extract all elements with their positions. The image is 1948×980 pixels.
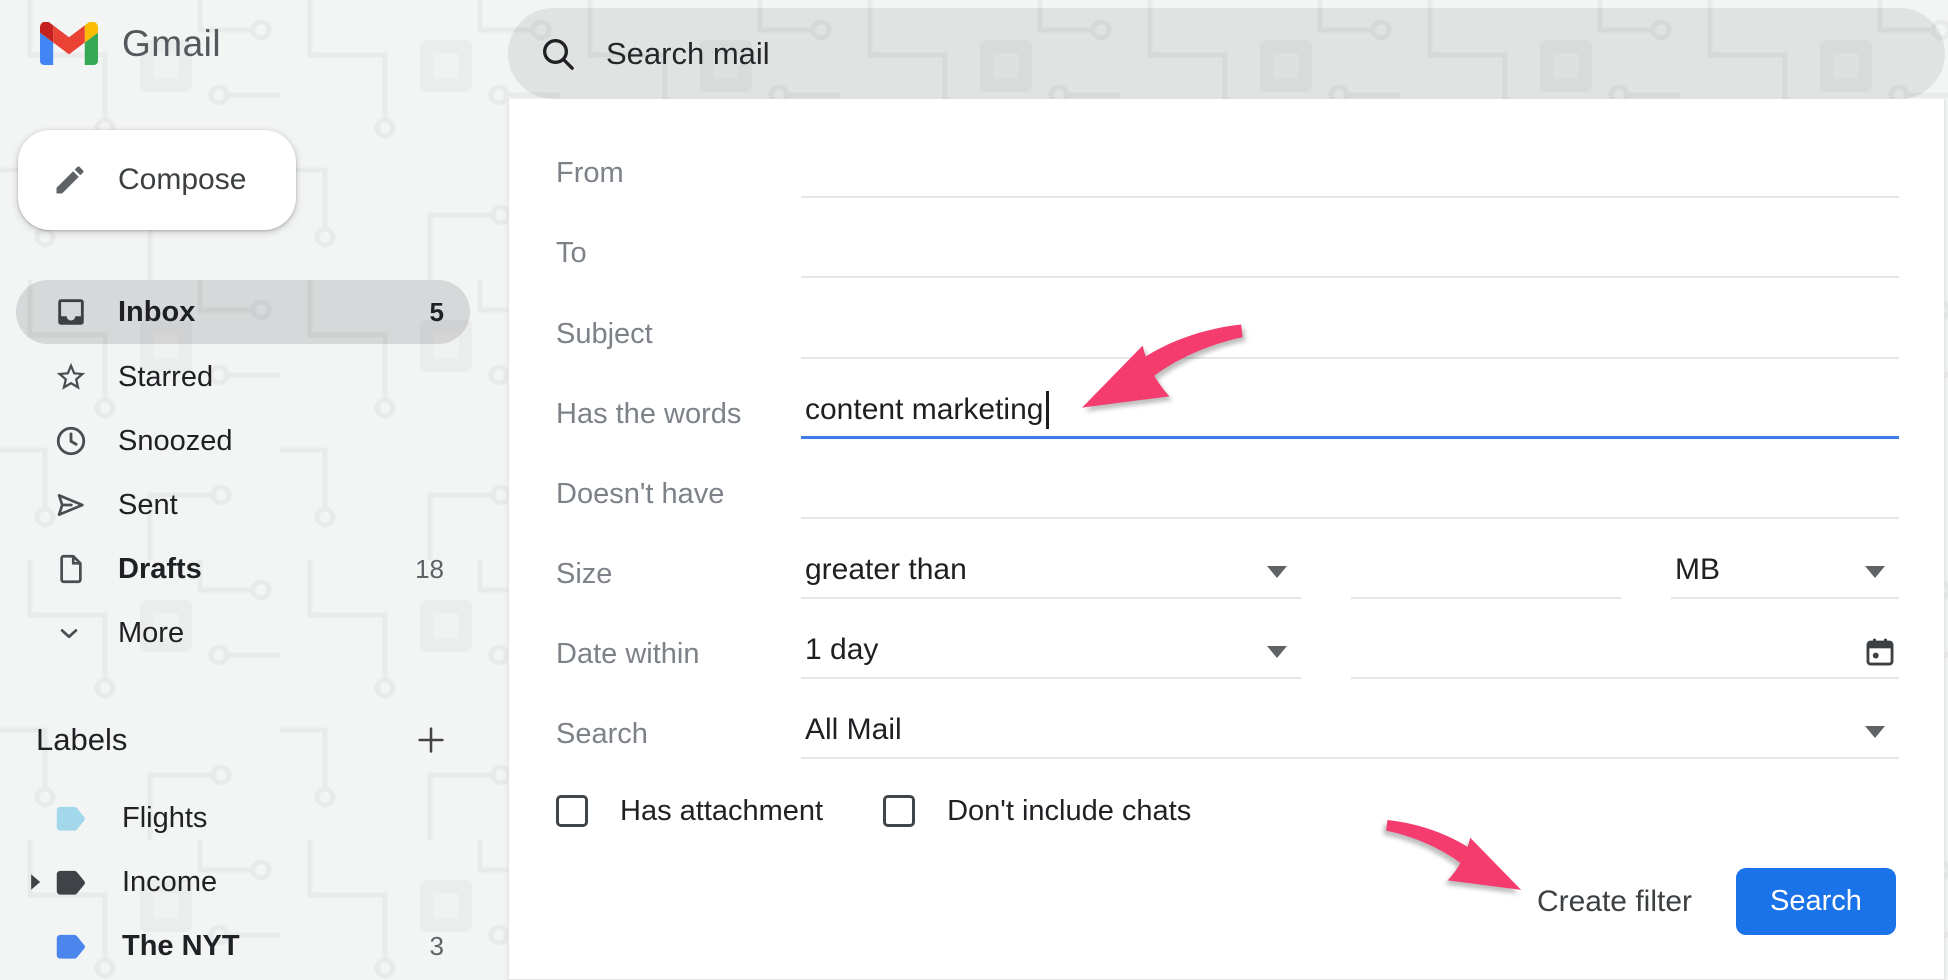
size-unit-select[interactable]: MB: [1671, 545, 1899, 599]
date-within-label: Date within: [556, 638, 801, 679]
sidebar: Gmail Compose Inbox 5 Starred Snoozed: [0, 0, 505, 980]
sidebar-label-flights[interactable]: Flights: [16, 788, 470, 848]
search-scope-select[interactable]: All Mail: [801, 705, 1899, 759]
annotation-arrow-create-filter: [1385, 803, 1533, 905]
gmail-m-icon: [40, 22, 98, 66]
nyt-count-badge: 3: [430, 931, 444, 962]
label-name: Income: [122, 866, 444, 899]
has-the-words-input[interactable]: content marketing: [801, 385, 1899, 439]
gmail-logo[interactable]: Gmail: [40, 22, 221, 66]
label-name: Flights: [122, 802, 444, 835]
dropdown-arrow-icon: [1865, 726, 1885, 738]
expand-arrow-icon[interactable]: [28, 873, 42, 891]
sidebar-item-label: Snoozed: [118, 425, 444, 458]
dropdown-arrow-icon: [1865, 566, 1885, 578]
has-the-words-label: Has the words: [556, 398, 801, 439]
from-label: From: [556, 157, 801, 198]
star-icon: [54, 360, 88, 394]
search-placeholder: Search mail: [606, 36, 770, 72]
calendar-icon[interactable]: [1863, 635, 1897, 669]
sidebar-item-label: More: [118, 617, 444, 650]
clock-icon: [54, 424, 88, 458]
sidebar-item-label: Starred: [118, 361, 444, 394]
sidebar-item-snoozed[interactable]: Snoozed: [16, 409, 470, 473]
sidebar-item-label: Sent: [118, 489, 444, 522]
gmail-wordmark: Gmail: [122, 23, 221, 65]
search-filter-panel: From To Subject Has the words content ma…: [508, 99, 1945, 980]
from-input[interactable]: [801, 144, 1899, 198]
sidebar-item-starred[interactable]: Starred: [16, 345, 470, 409]
create-filter-button[interactable]: Create filter: [1537, 885, 1692, 919]
inbox-count-badge: 5: [430, 297, 444, 328]
pencil-icon: [52, 162, 88, 198]
sidebar-item-more[interactable]: More: [16, 601, 470, 665]
search-button[interactable]: Search: [1736, 868, 1896, 935]
add-label-plus-icon[interactable]: [414, 723, 448, 757]
drafts-count-badge: 18: [415, 554, 444, 585]
sidebar-item-label: Inbox: [118, 296, 430, 329]
compose-button[interactable]: Compose: [18, 130, 296, 230]
label-tag-icon: [52, 866, 90, 898]
document-icon: [54, 552, 88, 586]
label-tag-icon: [52, 930, 90, 962]
doesnt-have-input[interactable]: [801, 465, 1899, 519]
chevron-down-icon: [54, 618, 88, 648]
sidebar-item-drafts[interactable]: Drafts 18: [16, 537, 470, 601]
dont-include-chats-label: Don't include chats: [947, 795, 1191, 828]
label-tag-icon: [52, 802, 90, 834]
sidebar-label-the-nyt[interactable]: The NYT 3: [16, 916, 470, 976]
to-label: To: [556, 237, 801, 278]
send-icon: [54, 488, 88, 522]
labels-section-title: Labels: [36, 722, 414, 758]
to-input[interactable]: [801, 224, 1899, 278]
size-label: Size: [556, 558, 801, 599]
sidebar-item-sent[interactable]: Sent: [16, 473, 470, 537]
has-the-words-value: content marketing: [805, 393, 1043, 427]
inbox-icon: [54, 295, 88, 329]
has-attachment-checkbox[interactable]: [556, 795, 588, 827]
dropdown-arrow-icon: [1267, 566, 1287, 578]
sidebar-item-label: Drafts: [118, 553, 415, 586]
text-cursor: [1046, 391, 1049, 429]
search-mail-bar[interactable]: Search mail: [508, 8, 1945, 99]
annotation-arrow-has-words: [1068, 317, 1244, 413]
dont-include-chats-checkbox[interactable]: [883, 795, 915, 827]
size-comparator-select[interactable]: greater than: [801, 545, 1301, 599]
compose-label: Compose: [118, 163, 246, 197]
has-attachment-label: Has attachment: [620, 795, 823, 828]
label-name: The NYT: [122, 930, 430, 963]
subject-label: Subject: [556, 318, 801, 359]
date-range-select[interactable]: 1 day: [801, 625, 1301, 679]
sidebar-item-inbox[interactable]: Inbox 5: [16, 280, 470, 344]
search-icon: [538, 34, 578, 74]
size-amount-input[interactable]: [1351, 545, 1621, 599]
dropdown-arrow-icon: [1267, 646, 1287, 658]
subject-input[interactable]: [801, 305, 1899, 359]
sidebar-label-income[interactable]: Income: [16, 852, 470, 912]
date-input[interactable]: [1351, 625, 1899, 679]
doesnt-have-label: Doesn't have: [556, 478, 801, 519]
search-scope-label: Search: [556, 718, 801, 759]
